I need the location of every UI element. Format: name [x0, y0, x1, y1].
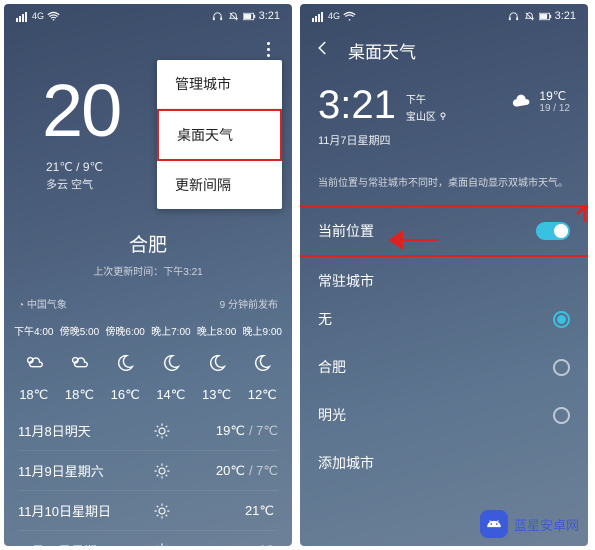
daily-date: 11月10日星期日 [18, 501, 126, 520]
radio-mingguang[interactable] [553, 407, 570, 424]
daily-temps: 19℃/ 7℃ [198, 423, 278, 439]
daily-date: 11月8日明天 [18, 421, 126, 440]
resident-city-label: 常驻城市 [318, 271, 374, 291]
status-bar: 4G 3:21 [4, 4, 292, 24]
annotation-arrow [555, 204, 588, 228]
radio-none[interactable] [553, 311, 570, 328]
current-location-row[interactable]: 当前位置 [300, 205, 588, 257]
radio-hefei[interactable] [553, 359, 570, 376]
update-time: 上次更新时间：下午3:21 [4, 263, 292, 278]
source-label: ◔ 中国气象 [18, 296, 67, 311]
hourly-time: 傍晚6:00 [105, 323, 144, 338]
daily-date: 11月9日星期六 [18, 461, 126, 480]
add-city-button[interactable]: 添加城市 [300, 439, 588, 487]
hourly-temp: 14℃ [156, 387, 185, 403]
watermark: 蓝星安卓网 [472, 506, 587, 542]
wifi-icon [47, 11, 60, 22]
sun-icon [126, 542, 198, 547]
headphone-icon [507, 11, 520, 22]
hourly-item: 傍晚5:00 18℃ [60, 323, 99, 403]
current-location-label: 当前位置 [318, 221, 374, 241]
hourly-temp: 12℃ [248, 387, 277, 403]
phone-left: 4G 3:21 管理城市 桌面天气 更新间隔 20 21℃ / 9℃ 多云 空气… [4, 4, 292, 546]
hourly-item: 下午4:00 18℃ [14, 323, 53, 403]
menu-manage-cities[interactable]: 管理城市 [157, 60, 282, 109]
sun-icon [126, 462, 198, 480]
menu-desktop-weather[interactable]: 桌面天气 [157, 109, 282, 161]
hourly-temp: 13℃ [202, 387, 231, 403]
hint-text: 当前位置与常驻城市不同时，桌面自动显示双城市天气。 [300, 162, 588, 205]
daily-forecast: 11月8日明天 19℃/ 7℃ 11月9日星期六 20℃/ 7℃ 11月10日星期日 21… [4, 403, 292, 546]
daily-temps: 20℃/ 7℃ [198, 463, 278, 479]
option-hefei-label: 合肥 [318, 357, 346, 377]
daily-row: 11月8日明天 19℃/ 7℃ [18, 411, 278, 450]
option-none-label: 无 [318, 309, 332, 329]
hourly-forecast: 下午4:00 18℃ 傍晚5:00 18℃ 傍晚6:00 16℃ 晚上7:00 14℃ 晚上8:… [4, 319, 292, 403]
signal-icon [312, 11, 325, 22]
option-mingguang[interactable]: 明光 [300, 391, 588, 439]
current-temp: 20 [42, 68, 120, 153]
hourly-item: 傍晚6:00 16℃ [105, 323, 144, 403]
back-button[interactable] [314, 39, 332, 62]
city-name: 合肥 [4, 230, 292, 257]
battery-icon [539, 11, 552, 22]
clock-location: 宝山区 [406, 108, 447, 123]
clock-temp: 19℃ [539, 89, 570, 103]
clock-time: 3:21 [318, 83, 396, 128]
hourly-time: 晚上8:00 [197, 323, 236, 338]
option-none[interactable]: 无 [300, 295, 588, 343]
hourly-temp: 18℃ [19, 387, 48, 403]
watermark-text: 蓝星安卓网 [514, 515, 579, 534]
hourly-time: 晚上7:00 [151, 323, 190, 338]
condition-label: 多云 空气 [46, 176, 93, 192]
status-bar: 4G 3:21 [300, 4, 588, 24]
clock-date: 11月7日星期四 [300, 132, 588, 162]
moon-icon [114, 352, 136, 377]
status-time: 3:21 [555, 10, 576, 22]
dropdown-menu: 管理城市 桌面天气 更新间隔 [157, 60, 282, 209]
sun-icon [126, 422, 198, 440]
android-icon [480, 510, 508, 538]
signal-icon [16, 11, 29, 22]
cloud-icon [511, 93, 533, 111]
daily-date: 11月11日星期一 [18, 541, 126, 546]
headphone-icon [211, 11, 224, 22]
hourly-item: 晚上8:00 13℃ [197, 323, 236, 403]
hourly-time: 下午4:00 [14, 323, 53, 338]
phone-right: 4G 3:21 桌面天气 3:21 下午 宝山区 19℃ 19 / 12 [300, 4, 588, 546]
daily-row: 11月9日星期六 20℃/ 7℃ [18, 450, 278, 490]
hourly-item: 晚上7:00 14℃ [151, 323, 190, 403]
daily-row: 11月11日星期一 21℃ [18, 530, 278, 546]
hourly-time: 晚上9:00 [243, 323, 282, 338]
daily-temps: 21℃ [198, 543, 278, 547]
moon-icon [206, 352, 228, 377]
hourly-temp: 16℃ [111, 387, 140, 403]
moon-icon [160, 352, 182, 377]
cloudy-sun-icon [23, 352, 45, 377]
cloudy-sun-icon [68, 352, 90, 377]
option-mingguang-label: 明光 [318, 405, 346, 425]
daily-row: 11月10日星期日 21℃ [18, 490, 278, 530]
sun-icon [126, 502, 198, 520]
hourly-temp: 18℃ [65, 387, 94, 403]
wifi-icon [343, 11, 356, 22]
menu-update-interval[interactable]: 更新间隔 [157, 161, 282, 209]
clock-ampm: 下午 [406, 91, 447, 106]
mute-icon [227, 11, 240, 22]
annotation-arrow [380, 228, 440, 252]
add-city-label: 添加城市 [318, 453, 374, 473]
mute-icon [523, 11, 536, 22]
hourly-item: 晚上9:00 12℃ [243, 323, 282, 403]
status-time: 3:21 [259, 10, 280, 22]
battery-icon [243, 11, 256, 22]
publish-label: 9 分钟前发布 [220, 296, 278, 311]
temp-range: 21℃ / 9℃ [46, 160, 103, 174]
moon-icon [251, 352, 273, 377]
clock-temp-range: 19 / 12 [539, 103, 570, 114]
page-title: 桌面天气 [348, 38, 416, 63]
location-pin-icon [439, 112, 447, 120]
hourly-time: 傍晚5:00 [60, 323, 99, 338]
option-hefei[interactable]: 合肥 [300, 343, 588, 391]
daily-temps: 21℃ [198, 503, 278, 519]
